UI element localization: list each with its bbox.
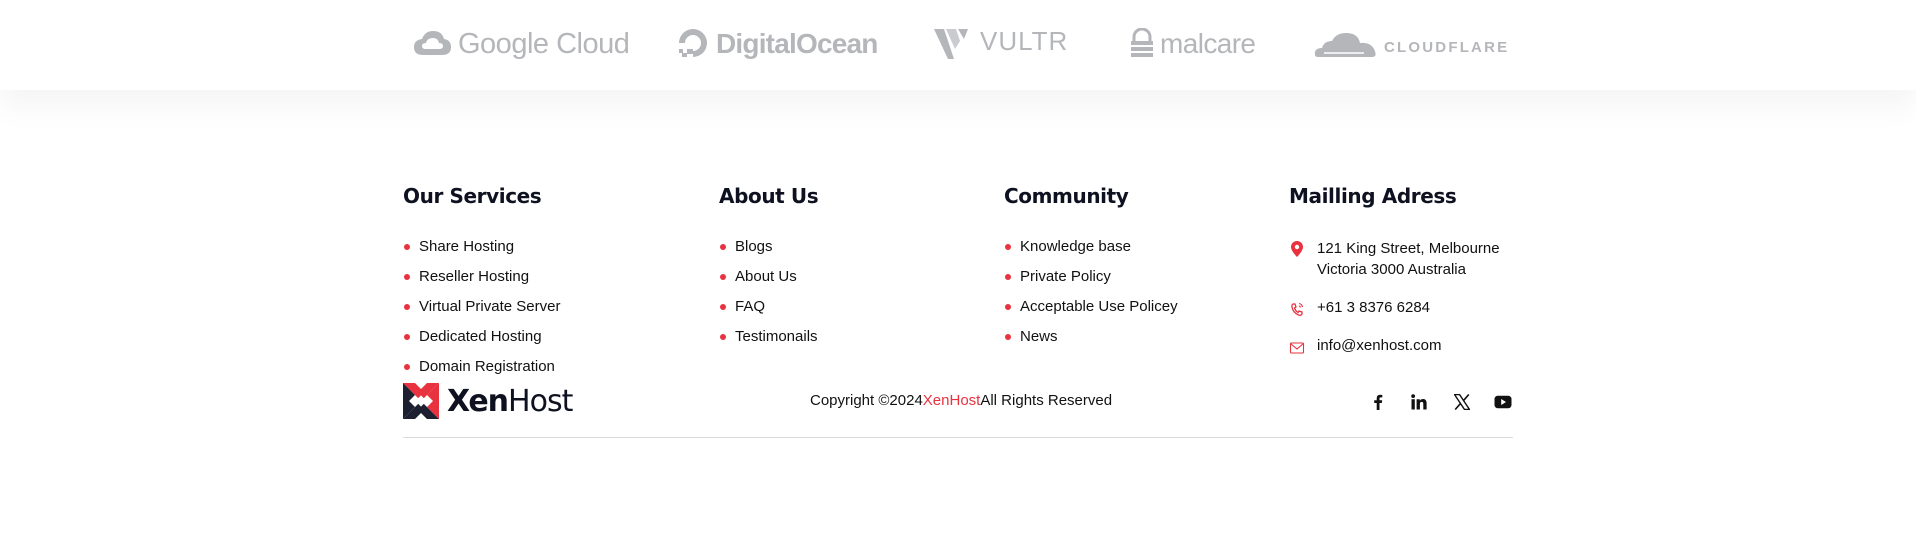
email-address: info@xenhost.com bbox=[1317, 337, 1442, 354]
services-list: Share Hosting Reseller Hosting Virtual P… bbox=[403, 238, 560, 388]
linkedin-link[interactable] bbox=[1407, 390, 1431, 414]
about-link[interactable]: Testimonails bbox=[719, 328, 818, 358]
services-link[interactable]: Virtual Private Server bbox=[403, 298, 560, 328]
facebook-icon bbox=[1374, 394, 1383, 410]
community-link[interactable]: Acceptable Use Policey bbox=[1004, 298, 1178, 328]
partner-name: malcare bbox=[1160, 28, 1256, 59]
about-link[interactable]: About Us bbox=[719, 268, 818, 298]
digitalocean-logo-icon bbox=[679, 29, 707, 57]
vultr-logo-icon bbox=[934, 29, 968, 59]
services-link[interactable]: Share Hosting bbox=[403, 238, 560, 268]
map-pin-icon bbox=[1291, 241, 1303, 257]
brand-name-bold: Xen bbox=[447, 383, 509, 419]
footer-divider bbox=[403, 437, 1513, 438]
column-title: Community bbox=[1004, 184, 1129, 208]
brand-name: XenHost bbox=[447, 383, 573, 419]
phone-icon bbox=[1291, 302, 1304, 316]
column-title: Our Services bbox=[403, 184, 542, 208]
partner-name: VULTR bbox=[980, 25, 1069, 56]
copyright-brand-link[interactable]: XenHost bbox=[923, 392, 981, 409]
vultr-logo: VULTR bbox=[932, 24, 1068, 64]
linkedin-icon bbox=[1411, 394, 1427, 410]
email-row[interactable]: info@xenhost.com bbox=[1289, 335, 1549, 356]
phone-row[interactable]: +61 3 8376 6284 bbox=[1289, 297, 1549, 335]
address-line: 121 King Street, Melbourne bbox=[1317, 240, 1500, 257]
column-title: About Us bbox=[719, 184, 819, 208]
partner-name: DigitalOcean bbox=[716, 28, 878, 59]
mailing-address-column: Mailling Adress 121 King Street, Melbour… bbox=[1289, 184, 1549, 356]
copyright-text: Copyright ©2024XenHostAll Rights Reserve… bbox=[810, 392, 1112, 409]
youtube-icon bbox=[1494, 395, 1512, 409]
community-link[interactable]: Private Policy bbox=[1004, 268, 1178, 298]
brand-name-light: Host bbox=[508, 383, 573, 419]
cloudflare-logo-icon bbox=[1314, 33, 1376, 57]
malcare-logo: malcare bbox=[1130, 24, 1256, 64]
phone-number: +61 3 8376 6284 bbox=[1317, 299, 1431, 316]
cloudflare-logo: CLOUDFLARE bbox=[1314, 24, 1509, 64]
youtube-link[interactable] bbox=[1491, 390, 1515, 414]
about-column: About Us Blogs About Us FAQ Testimonails bbox=[719, 184, 819, 358]
about-list: Blogs About Us FAQ Testimonails bbox=[719, 238, 818, 358]
google-cloud-logo: Google Cloud bbox=[412, 24, 630, 64]
x-icon bbox=[1454, 394, 1470, 410]
column-title: Mailling Adress bbox=[1289, 184, 1457, 208]
google-cloud-logo-icon bbox=[414, 31, 451, 55]
services-link[interactable]: Dedicated Hosting bbox=[403, 328, 560, 358]
about-link[interactable]: FAQ bbox=[719, 298, 818, 328]
brand-logo[interactable]: XenHost bbox=[403, 381, 573, 421]
address-line: Victoria 3000 Australia bbox=[1317, 261, 1466, 278]
services-link[interactable]: Reseller Hosting bbox=[403, 268, 560, 298]
digitalocean-logo: DigitalOcean bbox=[676, 24, 878, 64]
mail-icon bbox=[1289, 342, 1305, 354]
services-column: Our Services Share Hosting Reseller Host… bbox=[403, 184, 560, 388]
malcare-logo-icon bbox=[1131, 28, 1153, 57]
community-link[interactable]: News bbox=[1004, 328, 1178, 358]
community-link[interactable]: Knowledge base bbox=[1004, 238, 1178, 268]
community-list: Knowledge base Private Policy Acceptable… bbox=[1004, 238, 1178, 358]
partner-name: CLOUDFLARE bbox=[1384, 38, 1510, 56]
address-row: 121 King Street, Melbourne Victoria 3000… bbox=[1289, 238, 1549, 297]
xenhost-logo-icon bbox=[403, 383, 439, 419]
partner-name: Google Cloud bbox=[458, 27, 630, 60]
partner-logos-band: Google Cloud DigitalOcean VULTR malcare bbox=[0, 0, 1916, 90]
x-twitter-link[interactable] bbox=[1450, 390, 1474, 414]
community-column: Community Knowledge base Private Policy … bbox=[1004, 184, 1178, 358]
facebook-link[interactable] bbox=[1366, 390, 1390, 414]
copyright-prefix: Copyright ©2024 bbox=[810, 392, 923, 409]
site-footer: Our Services Share Hosting Reseller Host… bbox=[0, 90, 1916, 537]
about-link[interactable]: Blogs bbox=[719, 238, 818, 268]
copyright-suffix: All Rights Reserved bbox=[980, 392, 1113, 409]
